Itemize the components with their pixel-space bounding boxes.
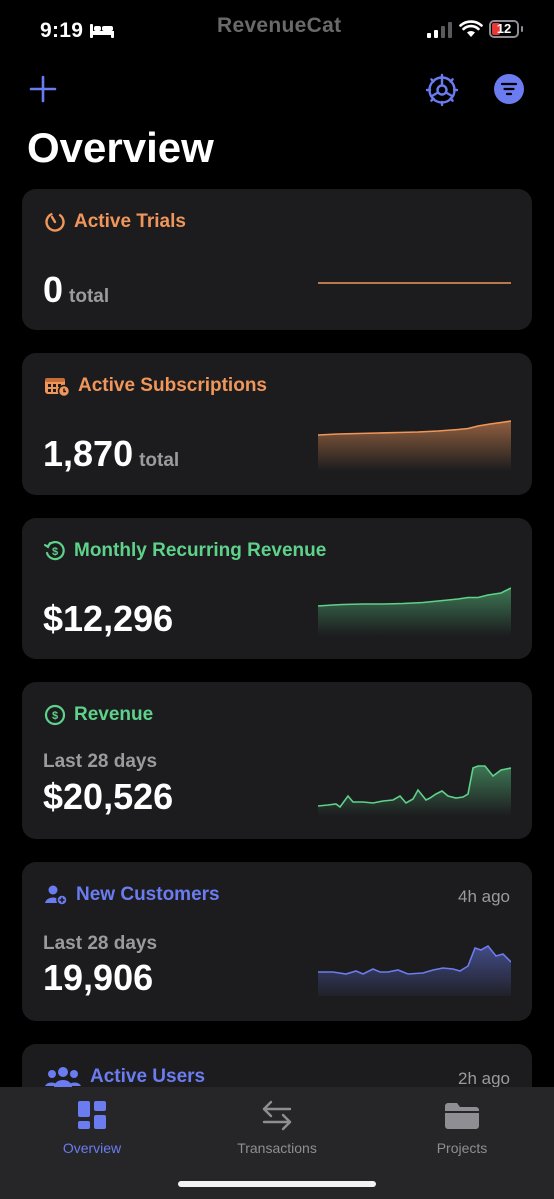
dollar-circle-icon: $ xyxy=(44,704,66,726)
card-title: Active Users xyxy=(90,1066,206,1087)
card-header: Active Subscriptions xyxy=(44,375,267,397)
cellular-signal-icon xyxy=(427,22,452,38)
battery-level: 12 xyxy=(496,21,512,36)
card-value: 1,870 xyxy=(43,433,134,474)
card-header: New Customers xyxy=(44,884,220,906)
trials-sparkline xyxy=(318,282,511,284)
folder-icon xyxy=(445,1103,479,1129)
calendar-icon xyxy=(45,378,70,397)
card-value-row: 0 total xyxy=(43,269,109,311)
page-title: Overview xyxy=(27,124,214,171)
users-icon xyxy=(45,1067,81,1087)
svg-text:$: $ xyxy=(52,710,58,722)
card-unit: total xyxy=(139,450,180,471)
card-title: Monthly Recurring Revenue xyxy=(74,540,327,561)
card-title: Active Trials xyxy=(74,211,186,232)
wifi-icon xyxy=(459,20,483,37)
new-customers-card[interactable]: New Customers 4h ago Last 28 days 19,906 xyxy=(22,862,532,1021)
tab-overview[interactable]: Overview xyxy=(17,1095,167,1156)
timer-icon xyxy=(45,212,65,232)
add-user-icon xyxy=(45,885,68,906)
status-bar: 9:19 RevenueCat 12 xyxy=(0,0,554,62)
updated-ago: 4h ago xyxy=(458,887,510,906)
card-header: $ Revenue xyxy=(44,704,153,726)
tab-label: Transactions xyxy=(237,1140,317,1156)
tab-label: Projects xyxy=(436,1140,488,1156)
card-header: Active Users xyxy=(44,1066,205,1088)
settings-button[interactable] xyxy=(425,73,459,107)
dashboard-icon xyxy=(78,1101,106,1129)
tab-label: Overview xyxy=(62,1140,122,1156)
recurring-dollar-icon: $ xyxy=(44,541,65,561)
status-time: 9:19 xyxy=(40,19,84,42)
svg-text:$: $ xyxy=(52,546,58,558)
filter-button[interactable] xyxy=(494,74,524,104)
card-title: Revenue xyxy=(74,704,154,725)
card-title: Active Subscriptions xyxy=(78,375,267,396)
revenue-card[interactable]: $ Revenue Last 28 days $20,526 xyxy=(22,682,532,839)
card-value: $20,526 xyxy=(43,776,174,817)
app-logo: RevenueCat xyxy=(217,14,342,37)
home-indicator[interactable] xyxy=(178,1181,376,1187)
card-header: Active Trials xyxy=(44,211,186,233)
card-value-row: 1,870 total xyxy=(43,433,179,475)
card-header: $ Monthly Recurring Revenue xyxy=(44,540,326,562)
card-title: New Customers xyxy=(76,884,220,905)
active-subscriptions-card[interactable]: Active Subscriptions 1,870 total xyxy=(22,353,532,495)
card-unit: total xyxy=(69,286,110,307)
card-subtitle: Last 28 days xyxy=(43,933,158,954)
mrr-card[interactable]: $ Monthly Recurring Revenue $12,296 xyxy=(22,518,532,659)
subscriptions-sparkline xyxy=(318,420,511,471)
card-subtitle: Last 28 days xyxy=(43,751,158,772)
battery-indicator: 12 xyxy=(489,20,523,38)
active-trials-card[interactable]: Active Trials 0 total xyxy=(22,189,532,330)
updated-ago: 2h ago xyxy=(458,1069,510,1088)
card-value: 19,906 xyxy=(43,957,154,998)
sleep-focus-icon xyxy=(90,24,114,38)
add-button[interactable] xyxy=(28,74,58,104)
card-value: $12,296 xyxy=(43,598,174,639)
new-customers-sparkline xyxy=(318,944,511,996)
tab-projects[interactable]: Projects xyxy=(387,1095,537,1156)
card-value: 0 xyxy=(43,269,64,310)
revenue-sparkline xyxy=(318,765,511,816)
mrr-sparkline xyxy=(318,587,511,636)
tab-transactions[interactable]: Transactions xyxy=(202,1095,352,1156)
arrows-icon xyxy=(262,1100,292,1131)
